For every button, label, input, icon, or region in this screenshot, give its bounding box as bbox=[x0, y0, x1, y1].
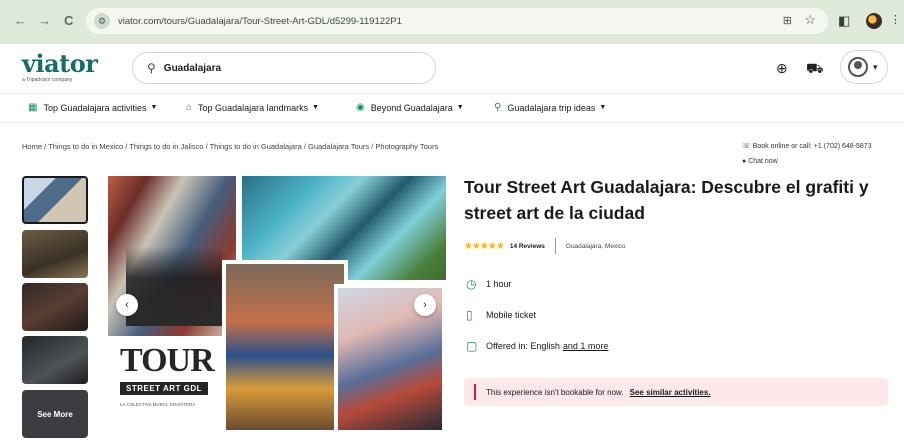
duration-text: 1 hour bbox=[486, 279, 512, 289]
nav-item-activities[interactable]: ▦ Top Guadalajara activities ▼ bbox=[28, 102, 157, 113]
landmark-icon: ⌂ bbox=[186, 102, 193, 113]
calendar-icon: ▦ bbox=[28, 102, 38, 113]
site-info-icon[interactable]: ⚙ bbox=[94, 13, 110, 29]
chevron-down-icon: ▾ bbox=[873, 61, 878, 72]
tour-brand-graphic: TOUR STREET ART GDL LA COLECTIVA MURAL G… bbox=[108, 344, 218, 434]
reload-icon[interactable]: C bbox=[64, 13, 73, 28]
nav-item-trip-ideas[interactable]: ⚲ Guadalajara trip ideas ▼ bbox=[494, 102, 606, 113]
chevron-down-icon: ▼ bbox=[599, 104, 607, 111]
chat-icon: ▢ bbox=[466, 339, 478, 353]
address-bar[interactable]: ⚙ viator.com/tours/Guadalajara/Tour-Stre… bbox=[86, 8, 828, 34]
chevron-down-icon: ▼ bbox=[150, 104, 158, 111]
nav-item-beyond[interactable]: ◉ Beyond Guadalajara ▼ bbox=[356, 102, 464, 113]
forward-icon[interactable]: → bbox=[38, 13, 51, 28]
duration-feature: ◷ 1 hour bbox=[466, 277, 512, 291]
browser-menu-icon[interactable]: ⋮ bbox=[890, 13, 901, 26]
url-text[interactable]: viator.com/tours/Guadalajara/Tour-Street… bbox=[118, 16, 402, 27]
breadcrumb[interactable]: Home / Things to do in Mexico / Things t… bbox=[22, 142, 438, 151]
cart-icon[interactable]: ⛟ bbox=[806, 60, 824, 79]
ticket-feature: ▯ Mobile ticket bbox=[466, 308, 536, 322]
see-similar-link[interactable]: See similar activities. bbox=[630, 388, 711, 397]
nav-item-label: Top Guadalajara activities bbox=[43, 102, 147, 113]
phone-icon: ▯ bbox=[466, 308, 473, 322]
user-avatar-icon bbox=[848, 57, 868, 77]
nav-item-label: Beyond Guadalajara bbox=[370, 102, 453, 113]
brand-tagline: LA COLECTIVA MURAL GRAFITERA bbox=[120, 402, 196, 407]
see-more-label: See More bbox=[37, 409, 73, 419]
globe-icon: ◉ bbox=[356, 102, 365, 113]
search-icon: ⚲ bbox=[147, 61, 156, 75]
clock-icon: ◷ bbox=[466, 277, 477, 291]
contact-phone[interactable]: ☏ Book online or call: +1 (702) 648-5873 bbox=[742, 142, 872, 150]
ticket-text: Mobile ticket bbox=[486, 310, 537, 320]
language-text: Offered in: English bbox=[486, 341, 560, 351]
main-gallery-image[interactable]: TOUR STREET ART GDL LA COLECTIVA MURAL G… bbox=[108, 176, 446, 434]
next-image-button[interactable]: › bbox=[414, 294, 436, 316]
banner-message: This experience isn't bookable for now. bbox=[486, 387, 624, 397]
product-title: Tour Street Art Guadalajara: Descubre el… bbox=[464, 177, 869, 223]
extension-icon[interactable]: ◧ bbox=[838, 13, 850, 29]
star-rating: ★★★★★ bbox=[464, 240, 505, 252]
translate-icon[interactable]: ⊞ bbox=[783, 14, 792, 27]
account-button[interactable]: ▾ bbox=[840, 50, 888, 84]
browser-profile-icon[interactable] bbox=[866, 13, 882, 29]
rating-row: ★★★★★ 14 Reviews Guadalajara, Mexico bbox=[464, 238, 626, 254]
reviews-link[interactable]: 14 Reviews bbox=[510, 243, 545, 250]
location-link[interactable]: Guadalajara, Mexico bbox=[566, 243, 626, 250]
nav-item-label: Guadalajara trip ideas bbox=[507, 102, 596, 113]
category-nav: ▦ Top Guadalajara activities ▼ ⌂ Top Gua… bbox=[0, 93, 904, 123]
unavailable-banner: This experience isn't bookable for now. … bbox=[464, 378, 888, 406]
chat-now-text: Chat now bbox=[748, 158, 778, 165]
contact-phone-text: Book online or call: +1 (702) 648-5873 bbox=[752, 143, 872, 150]
language-feature: ▢ Offered in: English and 1 more bbox=[466, 339, 608, 353]
gallery-thumbnail[interactable] bbox=[22, 230, 88, 278]
pin-icon: ⚲ bbox=[494, 102, 502, 113]
chevron-down-icon: ▼ bbox=[312, 104, 320, 111]
globe-icon[interactable]: ⊕ bbox=[776, 60, 788, 77]
back-icon[interactable]: ← bbox=[14, 13, 27, 28]
gallery-thumbnail[interactable] bbox=[22, 176, 88, 224]
chat-now-link[interactable]: ● Chat now bbox=[742, 158, 778, 165]
browser-toolbar: ← → C ⚙ viator.com/tours/Guadalajara/Tou… bbox=[0, 0, 904, 44]
bookmark-star-icon[interactable]: ☆ bbox=[804, 12, 816, 28]
see-more-thumbnail[interactable]: See More bbox=[22, 390, 88, 438]
chevron-down-icon: ▼ bbox=[456, 104, 464, 111]
logo-text: viator bbox=[22, 49, 98, 78]
brand-title: TOUR bbox=[120, 342, 215, 379]
divider bbox=[554, 238, 556, 254]
gallery-thumbnail[interactable] bbox=[22, 336, 88, 384]
more-languages-link[interactable]: and 1 more bbox=[563, 341, 609, 351]
brand-subtitle: STREET ART GDL bbox=[120, 382, 209, 395]
search-value: Guadalajara bbox=[163, 62, 222, 74]
gallery-thumbnail[interactable] bbox=[22, 283, 88, 331]
nav-item-landmarks[interactable]: ⌂ Top Guadalajara landmarks ▼ bbox=[186, 102, 319, 113]
group-photo bbox=[126, 246, 222, 326]
nav-item-label: Top Guadalajara landmarks bbox=[198, 102, 309, 113]
viator-logo[interactable]: viator a Tripadvisor company bbox=[22, 49, 98, 84]
search-input[interactable]: ⚲ Guadalajara bbox=[132, 52, 436, 84]
alert-mark bbox=[474, 384, 476, 400]
graffiti-photo bbox=[222, 260, 348, 434]
prev-image-button[interactable]: ‹ bbox=[116, 294, 138, 316]
